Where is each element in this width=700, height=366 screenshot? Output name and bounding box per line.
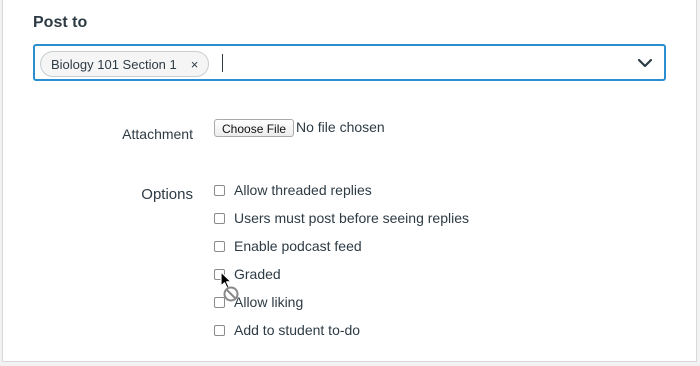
checkbox[interactable]: [214, 212, 225, 224]
options-label: Options: [141, 186, 193, 203]
text-cursor: [222, 54, 223, 72]
attachment-label: Attachment: [122, 126, 193, 142]
option-allow-liking[interactable]: Allow liking: [214, 293, 303, 311]
choose-file-button[interactable]: Choose File: [214, 119, 295, 137]
option-allow-threaded-replies[interactable]: Allow threaded replies: [214, 181, 372, 199]
option-add-to-student-todo[interactable]: Add to student to-do: [214, 321, 360, 339]
close-icon[interactable]: ×: [191, 57, 199, 72]
option-label: Allow liking: [234, 294, 304, 310]
option-label: Users must post before seeing replies: [234, 210, 469, 226]
checkbox[interactable]: [214, 296, 225, 308]
option-label: Allow threaded replies: [234, 182, 372, 198]
checkbox[interactable]: [214, 240, 225, 252]
selected-section-chip: Biology 101 Section 1 ×: [40, 51, 210, 77]
option-graded[interactable]: Graded: [214, 265, 281, 283]
option-label: Add to student to-do: [234, 322, 361, 338]
option-enable-podcast-feed[interactable]: Enable podcast feed: [214, 237, 362, 255]
option-label: Graded: [234, 266, 281, 282]
option-label: Enable podcast feed: [234, 238, 362, 254]
option-must-post-before-seeing[interactable]: Users must post before seeing replies: [214, 209, 469, 227]
file-status: No file chosen: [296, 119, 385, 135]
checkbox[interactable]: [214, 184, 225, 196]
chevron-down-icon[interactable]: [636, 55, 654, 71]
discussion-options-panel: Post to Biology 101 Section 1 × Attachme…: [2, 0, 697, 362]
post-to-select[interactable]: Biology 101 Section 1 ×: [33, 44, 666, 81]
post-to-title: Post to: [33, 14, 88, 31]
selected-section-label: Biology 101 Section 1: [51, 56, 177, 72]
checkbox[interactable]: [214, 324, 225, 336]
checkbox[interactable]: [214, 268, 225, 280]
